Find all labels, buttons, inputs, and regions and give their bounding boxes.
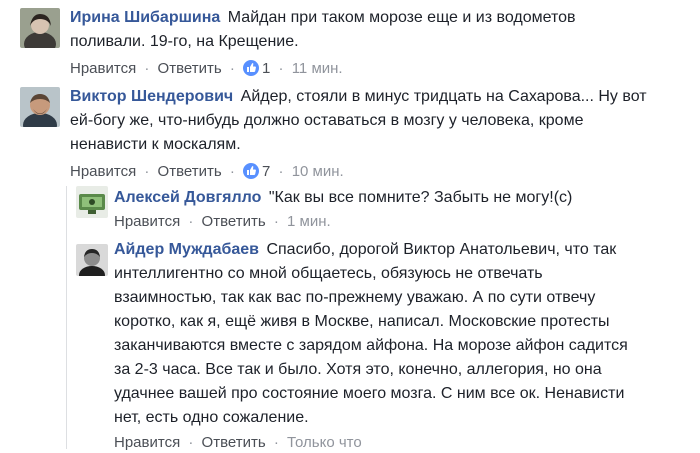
like-count: 1 <box>262 60 271 78</box>
comment-line: Айдер, стояли в минус тридцать на Сахаро… <box>240 88 647 105</box>
comment-line: коротко, как я, ещё живя в Москве, напис… <box>114 313 610 330</box>
author-name[interactable]: Айдер Муждабаев <box>114 241 259 258</box>
separator: · <box>278 60 284 77</box>
comment-line: "Как вы все помните? Забыть не могу!(c) <box>268 189 573 206</box>
avatar[interactable] <box>20 8 60 48</box>
separator: · <box>144 60 150 77</box>
comment-line: нет, есть одно сожаление. <box>114 409 309 426</box>
separator: · <box>229 163 235 180</box>
timestamp[interactable]: 10 мин. <box>292 163 344 180</box>
comment-line: интеллигентно со мной общаетесь, обязуюс… <box>114 265 543 282</box>
reply-thread-line <box>66 186 67 449</box>
comment-text: Виктор Шендерович Айдер, стояли в минус … <box>70 85 690 157</box>
timestamp[interactable]: 1 мин. <box>287 213 331 230</box>
thumbs-up-icon <box>243 163 260 180</box>
separator: · <box>188 434 194 451</box>
separator: · <box>188 213 194 230</box>
separator: · <box>273 213 279 230</box>
reply-button[interactable]: Ответить <box>202 434 266 451</box>
like-button[interactable]: Нравится <box>114 213 180 230</box>
comment-line: Спасибо, дорогой Виктор Анатольевич, что… <box>266 241 617 258</box>
timestamp[interactable]: 11 мин. <box>292 60 343 77</box>
like-button[interactable]: Нравится <box>114 434 180 451</box>
comment-text: Алексей Довгялло "Как вы все помните? За… <box>114 186 690 210</box>
like-count-badge[interactable]: 7 <box>243 162 270 182</box>
like-button[interactable]: Нравится <box>70 60 136 77</box>
separator: · <box>144 163 150 180</box>
author-name[interactable]: Ирина Шибаршина <box>70 9 220 26</box>
comment-text: Ирина Шибаршина Майдан при таком морозе … <box>70 6 690 54</box>
separator: · <box>273 434 279 451</box>
reply-button[interactable]: Ответить <box>158 163 222 180</box>
reply-button[interactable]: Ответить <box>202 213 266 230</box>
timestamp[interactable]: Только что <box>287 434 362 451</box>
like-count: 7 <box>262 163 271 181</box>
author-name[interactable]: Виктор Шендерович <box>70 88 233 105</box>
avatar[interactable] <box>76 186 108 218</box>
comment-actions: Нравится · Ответить · 1 · 11 мин. <box>70 59 690 79</box>
comment-line: поливали. 19-го, на Крещение. <box>70 33 299 50</box>
comment-line: за 2-3 часа. Все так и было. Хотя это, к… <box>114 361 602 378</box>
comment-line: заканчиваются вместе с зарядом айфона. Н… <box>114 337 628 354</box>
comment-line: удачнее вашей про состояние моего мозга.… <box>114 385 625 402</box>
avatar[interactable] <box>20 87 60 127</box>
comment-line: ей-богу же, что-нибудь должно оставаться… <box>70 112 584 129</box>
author-name[interactable]: Алексей Довгялло <box>114 189 261 206</box>
like-button[interactable]: Нравится <box>70 163 136 180</box>
comment-actions: Нравится · Ответить · 1 мин. <box>114 212 690 232</box>
comment-line: взаимностью, так как вас по-прежнему ува… <box>114 289 596 306</box>
avatar[interactable] <box>76 244 108 276</box>
comment-text: Айдер Муждабаев Спасибо, дорогой Виктор … <box>114 238 690 430</box>
separator: · <box>278 163 284 180</box>
comment-line: ненависти к москалям. <box>70 136 241 153</box>
like-count-badge[interactable]: 1 <box>243 59 270 79</box>
separator: · <box>229 60 235 77</box>
comment-actions: Нравится · Ответить · Только что <box>114 433 690 453</box>
comment-actions: Нравится · Ответить · 7 · 10 мин. <box>70 162 690 182</box>
thumbs-up-icon <box>243 60 260 77</box>
reply-button[interactable]: Ответить <box>158 60 222 77</box>
comment-line: Майдан при таком морозе еще и из водомет… <box>227 9 576 26</box>
